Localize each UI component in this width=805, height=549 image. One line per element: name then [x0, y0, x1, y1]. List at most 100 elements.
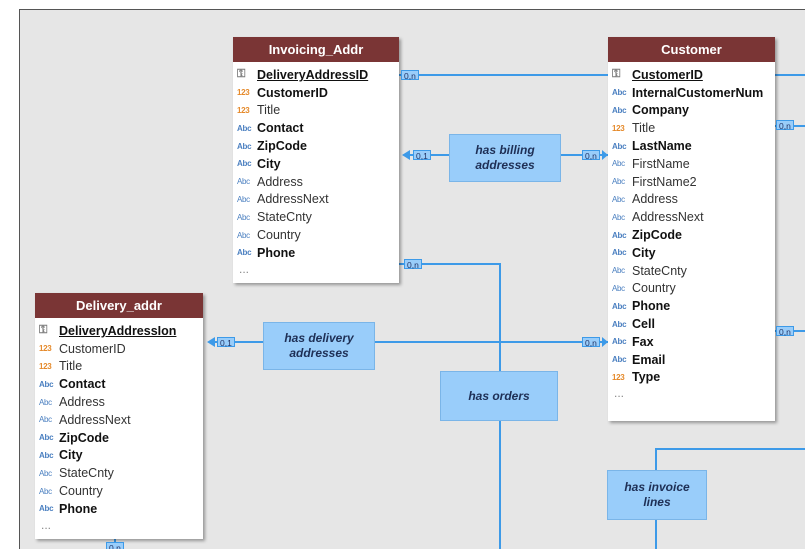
- field-row[interactable]: Abc AddressNext: [612, 208, 775, 226]
- text-type-icon: Abc: [612, 212, 625, 222]
- text-type-icon: Abc: [612, 355, 627, 365]
- key-icon: ⚿: [39, 324, 48, 337]
- field-row[interactable]: Abc FirstName: [612, 155, 775, 173]
- numeric-type-icon: 123: [237, 88, 250, 98]
- more-fields-indicator: ...: [614, 386, 625, 401]
- field-row[interactable]: Abc Contact: [237, 119, 399, 137]
- field-row[interactable]: Abc Phone: [612, 297, 775, 315]
- entity-delivery-addr[interactable]: Delivery_addr ⚿ DeliveryAddressIon 123 Cust…: [35, 293, 203, 539]
- text-type-icon: Abc: [237, 194, 250, 204]
- text-type-icon: Abc: [612, 301, 627, 311]
- field-row[interactable]: Abc Address: [237, 173, 399, 191]
- cardinality-label: 0,1: [413, 150, 431, 161]
- field-row[interactable]: Abc LastName: [612, 137, 775, 155]
- field-name: AddressNext: [257, 192, 329, 207]
- field-row[interactable]: Abc Country: [39, 482, 203, 500]
- numeric-type-icon: 123: [612, 123, 625, 133]
- field-row[interactable]: Abc Email: [612, 351, 775, 369]
- field-name: AddressNext: [632, 210, 704, 225]
- text-type-icon: Abc: [39, 415, 52, 425]
- field-row[interactable]: 123 Title: [39, 358, 203, 376]
- relationship-has-invoice-lines[interactable]: has invoice lines: [607, 470, 707, 520]
- field-row[interactable]: Abc Phone: [39, 500, 203, 518]
- key-icon: ⚿: [612, 68, 621, 81]
- field-row[interactable]: Abc Address: [39, 393, 203, 411]
- arrow-billing-icon: [402, 150, 410, 160]
- more-fields-indicator: ...: [239, 261, 250, 276]
- field-row[interactable]: 123 CustomerID: [237, 84, 399, 102]
- text-type-icon: Abc: [237, 212, 250, 222]
- relationship-has-billing-addresses[interactable]: has billing addresses: [449, 134, 561, 182]
- text-type-icon: Abc: [612, 88, 627, 98]
- field-name: City: [257, 156, 281, 171]
- field-name: CustomerID: [632, 67, 703, 82]
- field-name: InternalCustomerNum: [632, 85, 764, 100]
- entity-fields: ⚿ DeliveryAddressID 123 CustomerID 123 Title A…: [233, 62, 399, 276]
- relationship-has-delivery-addresses[interactable]: has delivery addresses: [263, 322, 375, 370]
- relationship-label: has orders: [468, 388, 530, 403]
- field-name: Address: [632, 192, 678, 207]
- text-type-icon: Abc: [237, 159, 252, 169]
- field-name: Phone: [257, 245, 296, 260]
- field-row[interactable]: Abc Cell: [612, 315, 775, 333]
- field-name: AddressNext: [59, 412, 131, 427]
- cardinality-label: 0,n: [106, 542, 124, 549]
- field-name: Contact: [257, 121, 304, 136]
- field-row[interactable]: 123 Type: [612, 369, 775, 387]
- field-row[interactable]: 123 Title: [612, 119, 775, 137]
- field-name: Contact: [59, 377, 106, 392]
- field-row[interactable]: 123 Title: [237, 102, 399, 120]
- relationship-has-orders[interactable]: has orders: [440, 371, 558, 421]
- field-row[interactable]: Abc Company: [612, 102, 775, 120]
- field-row[interactable]: Abc StateCnty: [39, 464, 203, 482]
- field-row[interactable]: Abc Address: [612, 191, 775, 209]
- field-row[interactable]: Abc ZipCode: [237, 137, 399, 155]
- field-row[interactable]: ⚿ CustomerID: [612, 66, 775, 84]
- text-type-icon: Abc: [237, 141, 252, 151]
- entity-fields: ⚿ CustomerID Abc InternalCustomerNum Abc Comp…: [608, 62, 775, 400]
- field-name: CustomerID: [59, 341, 126, 356]
- field-row[interactable]: Abc Contact: [39, 375, 203, 393]
- text-type-icon: Abc: [39, 397, 52, 407]
- field-name: FirstName2: [632, 174, 697, 189]
- field-row[interactable]: 123 CustomerID: [39, 340, 203, 358]
- field-row[interactable]: Abc ZipCode: [612, 226, 775, 244]
- connector-delivery-right: [375, 341, 608, 343]
- field-name: ZipCode: [632, 228, 682, 243]
- field-row[interactable]: Abc Country: [237, 226, 399, 244]
- field-row[interactable]: Abc ZipCode: [39, 429, 203, 447]
- entity-invoicing-addr[interactable]: Invoicing_Addr ⚿ DeliveryAddressID 123 Cust…: [233, 37, 399, 283]
- text-type-icon: Abc: [39, 468, 52, 478]
- diagram-frame: Invoicing_Addr ⚿ DeliveryAddressID 123 Cust…: [19, 9, 805, 549]
- field-row[interactable]: Abc Country: [612, 280, 775, 298]
- field-row[interactable]: ⚿ DeliveryAddressID: [237, 66, 399, 84]
- field-row[interactable]: Abc StateCnty: [612, 262, 775, 280]
- field-name: Title: [59, 359, 83, 374]
- text-type-icon: Abc: [612, 319, 627, 329]
- text-type-icon: Abc: [39, 450, 54, 460]
- field-name: Title: [632, 121, 656, 136]
- field-row[interactable]: Abc City: [237, 155, 399, 173]
- text-type-icon: Abc: [237, 177, 250, 187]
- field-row[interactable]: ⚿ DeliveryAddressIon: [39, 322, 203, 340]
- field-row[interactable]: Abc Phone: [237, 244, 399, 262]
- field-row[interactable]: Abc InternalCustomerNum: [612, 84, 775, 102]
- field-row[interactable]: Abc AddressNext: [237, 191, 399, 209]
- field-name: Country: [59, 484, 103, 499]
- entity-customer[interactable]: Customer ⚿ CustomerID Abc InternalCustomerN…: [608, 37, 775, 421]
- entity-fields: ⚿ DeliveryAddressIon 123 CustomerID 123 Title…: [35, 318, 203, 532]
- entity-title: Customer: [608, 37, 775, 62]
- field-row[interactable]: Abc City: [612, 244, 775, 262]
- field-row[interactable]: Abc StateCnty: [237, 208, 399, 226]
- field-name: Phone: [59, 501, 98, 516]
- relationship-label: has billing addresses: [475, 143, 535, 172]
- field-row[interactable]: Abc City: [39, 447, 203, 465]
- field-row[interactable]: Abc Fax: [612, 333, 775, 351]
- text-type-icon: Abc: [612, 194, 625, 204]
- text-type-icon: Abc: [237, 123, 252, 133]
- field-row[interactable]: Abc FirstName2: [612, 173, 775, 191]
- field-name: Phone: [632, 299, 671, 314]
- field-name: DeliveryAddressID: [257, 67, 369, 82]
- field-row[interactable]: Abc AddressNext: [39, 411, 203, 429]
- text-type-icon: Abc: [237, 230, 250, 240]
